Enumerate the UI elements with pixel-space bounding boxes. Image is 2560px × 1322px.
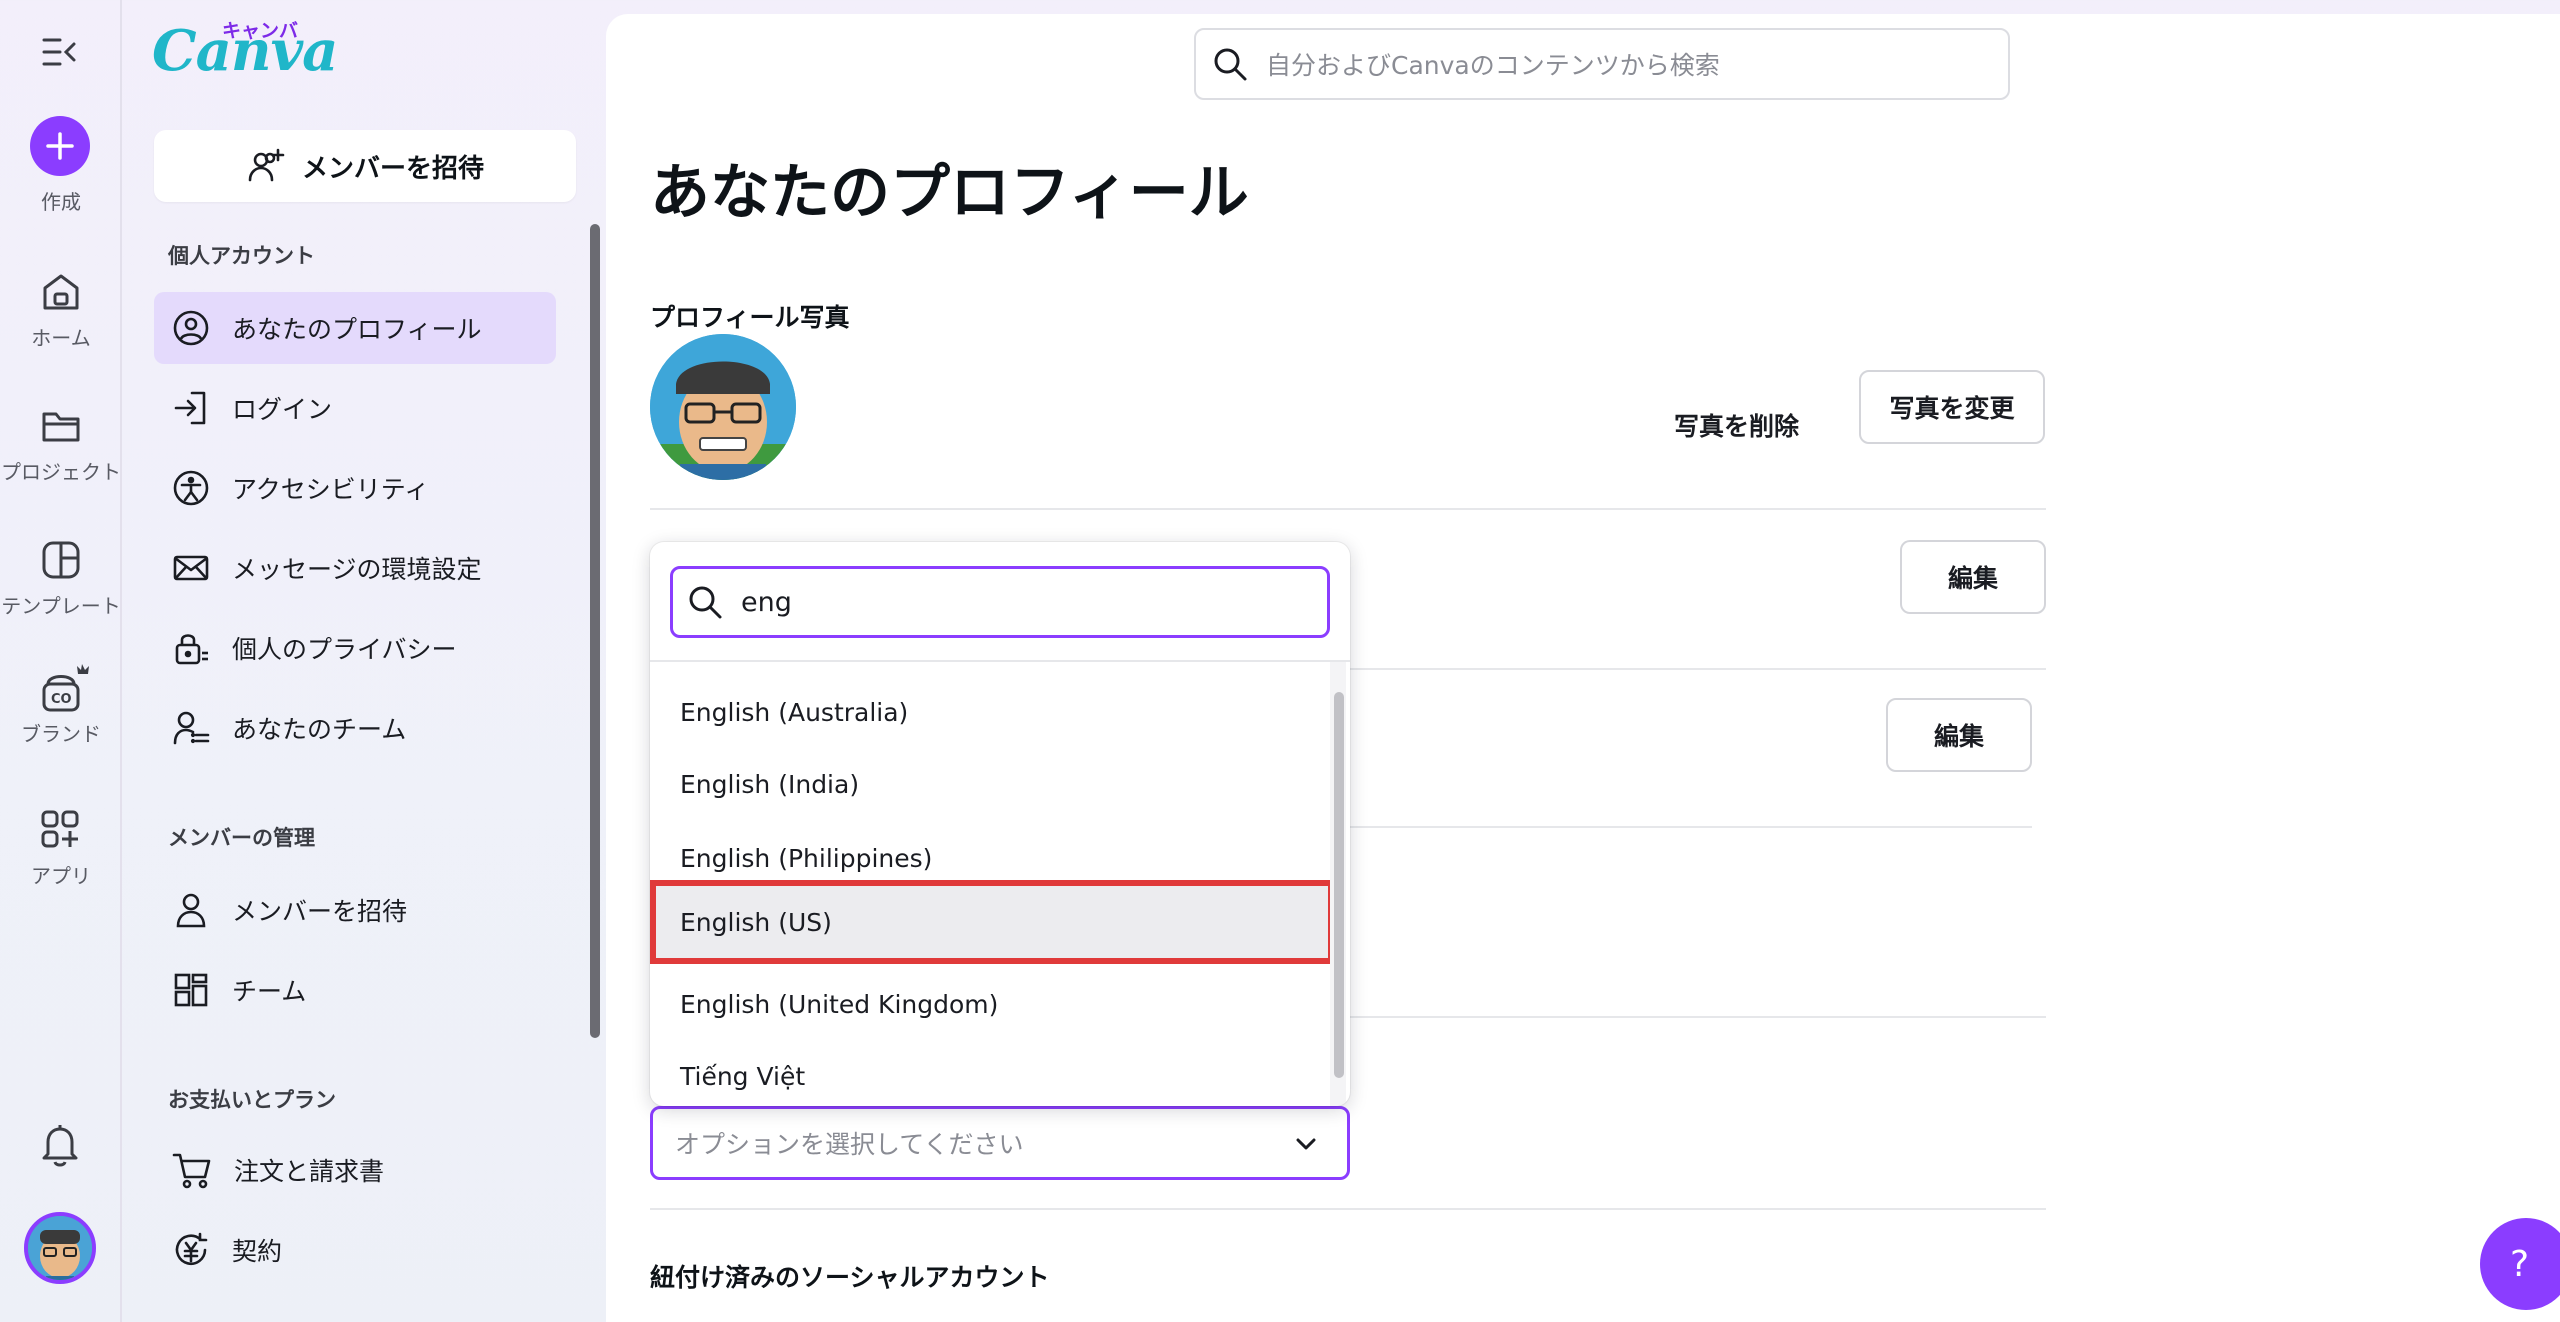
sidebar-item-orders-invoices[interactable]: 注文と請求書 — [154, 1134, 556, 1206]
global-search[interactable]: 自分およびCanvaのコンテンツから検索 — [1194, 28, 2010, 100]
chevron-down-icon — [1296, 1138, 1316, 1150]
login-icon — [174, 391, 206, 425]
bell-icon[interactable] — [40, 1122, 80, 1172]
cart-icon — [172, 1153, 211, 1189]
rail-brand[interactable]: CO ブランド — [0, 660, 122, 747]
sidebar-item-accessibility[interactable]: アクセシビリティ — [154, 452, 556, 524]
profile-icon — [173, 310, 209, 346]
sidebar-item-label: アクセシビリティ — [232, 475, 430, 504]
rail-brand-label: ブランド — [21, 722, 101, 746]
sidebar-item-teams[interactable]: チーム — [154, 954, 556, 1026]
privacy-lock-icon — [175, 634, 208, 665]
invite-members-label: メンバーを招待 — [301, 153, 484, 184]
search-input[interactable]: 自分およびCanvaのコンテンツから検索 — [1266, 46, 1720, 82]
main-panel: 自分およびCanvaのコンテンツから検索 あなたのプロフィール プロフィール写真… — [606, 14, 2560, 1322]
apps-icon — [41, 810, 79, 848]
sidebar-item-message-preferences[interactable]: メッセージの環境設定 — [154, 532, 556, 604]
divider — [650, 508, 2046, 510]
change-photo-button[interactable]: 写真を変更 — [1859, 370, 2045, 444]
dropdown-scrollbar[interactable] — [1334, 692, 1344, 1078]
language-select[interactable]: オプションを選択してください — [650, 1106, 1350, 1180]
section-member-management: メンバーの管理 — [168, 826, 315, 850]
rail-templates-label: テンプレート — [1, 594, 121, 618]
sidebar-item-your-team[interactable]: あなたのチーム — [154, 692, 556, 764]
dropdown-divider — [650, 660, 1350, 662]
accessibility-icon — [173, 470, 209, 506]
sidebar-item-login[interactable]: ログイン — [154, 372, 556, 444]
create-label: 作成 — [41, 190, 81, 214]
person-icon — [176, 893, 206, 928]
language-dropdown: eng English (Australia) English (India) … — [650, 542, 1350, 1106]
logo-kana: キャンバ — [222, 20, 299, 42]
rail-templates[interactable]: テンプレート — [0, 538, 122, 619]
language-select-placeholder: オプションを選択してください — [675, 1130, 1024, 1159]
social-accounts-label: 紐付け済みのソーシャルアカウント — [650, 1263, 1050, 1292]
section-billing-plans: お支払いとプラン — [168, 1088, 336, 1112]
rail-home-label: ホーム — [31, 326, 91, 350]
sidebar-item-your-profile[interactable]: あなたのプロフィール — [154, 292, 556, 364]
delete-photo-button[interactable]: 写真を削除 — [1674, 407, 1799, 443]
sidebar-item-label: あなたのプロフィール — [232, 315, 482, 344]
language-option-highlighted[interactable]: English (US) — [650, 880, 1334, 964]
user-avatar[interactable] — [24, 1212, 96, 1284]
search-icon — [689, 586, 722, 619]
language-option[interactable]: English (United Kingdom) — [650, 968, 1326, 1040]
profile-photo-label: プロフィール写真 — [650, 303, 850, 332]
sidebar-item-subscription[interactable]: 契約 — [154, 1214, 556, 1286]
rail-home[interactable]: ホーム — [0, 270, 122, 351]
sidebar-item-label: メッセージの環境設定 — [232, 555, 482, 584]
collapse-menu-icon[interactable] — [40, 34, 80, 70]
team-icon — [173, 711, 210, 745]
canva-logo[interactable]: キャンバ Canva — [152, 18, 338, 84]
add-people-icon — [248, 148, 285, 182]
section-personal-account: 個人アカウント — [168, 244, 315, 268]
subscription-icon — [175, 1232, 208, 1266]
home-icon — [43, 274, 79, 310]
divider — [650, 1208, 2046, 1210]
sidebar-item-label: 契約 — [232, 1237, 283, 1266]
grid-icon — [174, 973, 208, 1007]
search-icon — [1214, 48, 1247, 81]
language-option[interactable]: English (Australia) — [650, 676, 1326, 748]
template-icon — [42, 541, 80, 579]
sidebar-item-label: メンバーを招待 — [232, 897, 408, 926]
folder-icon — [42, 412, 80, 442]
sidebar-item-label: 個人のプライバシー — [232, 635, 457, 664]
edit-button-1[interactable]: 編集 — [1900, 540, 2046, 614]
language-option[interactable]: Tiếng Việt — [650, 1040, 1326, 1106]
sidebar-item-invite-members[interactable]: メンバーを招待 — [154, 874, 556, 946]
sidebar-item-label: 注文と請求書 — [234, 1157, 385, 1186]
profile-photo — [650, 334, 796, 480]
invite-members-button[interactable]: メンバーを招待 — [154, 130, 576, 202]
language-search-field[interactable]: eng — [670, 566, 1330, 638]
create-button[interactable] — [30, 116, 90, 176]
language-search-input[interactable]: eng — [741, 587, 792, 618]
settings-sidebar: キャンバ Canva メンバーを招待 個人アカウント あなたのプロフィール ログ… — [124, 0, 600, 1322]
language-option[interactable]: English (India) — [650, 748, 1326, 820]
sidebar-item-label: あなたのチーム — [232, 715, 407, 744]
rail-projects-label: プロジェクト — [1, 460, 121, 484]
sidebar-item-label: ログイン — [232, 395, 333, 424]
svg-text:CO: CO — [51, 692, 72, 707]
mail-icon — [173, 555, 209, 581]
rail-apps-label: アプリ — [31, 864, 91, 888]
page-title: あなたのプロフィール — [650, 158, 1249, 228]
edit-button-2[interactable]: 編集 — [1886, 698, 2032, 772]
plus-icon — [46, 132, 74, 160]
sidebar-item-privacy[interactable]: 個人のプライバシー — [154, 612, 556, 684]
sidebar-item-label: チーム — [232, 977, 307, 1006]
rail-projects[interactable]: プロジェクト — [0, 404, 122, 485]
sidebar-scrollbar[interactable] — [590, 224, 600, 1038]
left-rail: 作成 ホーム プロジェクト テンプレート CO ブランド アプリ — [0, 0, 122, 1322]
rail-apps[interactable]: アプリ — [0, 808, 122, 889]
brand-icon: CO — [42, 664, 89, 712]
